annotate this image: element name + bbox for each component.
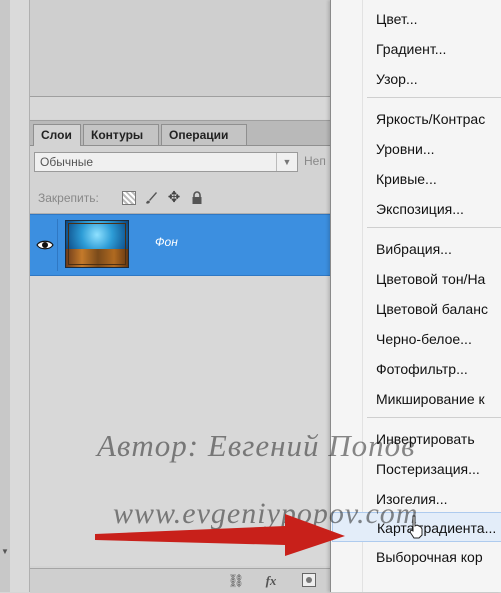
eye-icon[interactable] (36, 239, 54, 251)
menu-item-selective-color[interactable]: Выборочная кор (332, 542, 501, 572)
tab-layers[interactable]: Слои (33, 124, 81, 146)
menu-item-threshold[interactable]: Изогелия... (332, 484, 501, 514)
layer-thumbnail[interactable] (65, 220, 129, 268)
visibility-toggle[interactable] (33, 219, 58, 271)
menu-item-pattern[interactable]: Узор... (332, 64, 501, 94)
menu-item-gradient[interactable]: Градиент... (332, 34, 501, 64)
menu-item-exposure[interactable]: Экспозиция... (332, 194, 501, 224)
mask-icon[interactable] (302, 573, 316, 587)
chevron-down-icon[interactable]: ▼ (276, 153, 297, 171)
menu-item-photo-filter[interactable]: Фотофильтр... (332, 354, 501, 384)
menu-item-invert[interactable]: Инвертировать (332, 424, 501, 454)
blend-mode-select[interactable]: Обычные ▼ (34, 152, 298, 172)
menu-separator (367, 227, 501, 228)
link-icon[interactable]: ⛓ (226, 573, 246, 589)
menu-item-vibrance[interactable]: Вибрация... (332, 234, 501, 264)
menu-item-channel-mixer[interactable]: Микширование к (332, 384, 501, 414)
menu-item-brightness-contrast[interactable]: Яркость/Контрас (332, 104, 501, 134)
menu-item-levels[interactable]: Уровни... (332, 134, 501, 164)
layer-name[interactable]: Фон (155, 235, 178, 249)
panel-tabs: Слои Контуры Операции (30, 121, 330, 146)
tab-paths[interactable]: Контуры (83, 124, 159, 145)
lock-label: Закрепить: (38, 191, 99, 205)
menu-separator (367, 97, 501, 98)
thumbnail-frame (68, 223, 126, 265)
menu-item-curves[interactable]: Кривые... (332, 164, 501, 194)
scroll-down-icon[interactable]: ▼ (1, 547, 9, 556)
menu-item-hue-saturation[interactable]: Цветовой тон/На (332, 264, 501, 294)
layer-row-background[interactable]: Фон (30, 214, 330, 276)
adjustment-layer-menu: Цвет... Градиент... Узор... Яркость/Конт… (330, 0, 501, 592)
lock-position-move-icon[interactable]: ✥ (167, 190, 181, 205)
tab-actions[interactable]: Операции (161, 124, 247, 145)
lock-pixels-brush-icon[interactable] (144, 191, 158, 205)
menu-item-black-white[interactable]: Черно-белое... (332, 324, 501, 354)
lock-transparency-icon[interactable] (122, 191, 136, 205)
panel-dock-strip (10, 0, 30, 592)
blend-mode-value: Обычные (40, 155, 94, 169)
menu-item-color-balance[interactable]: Цветовой баланс (332, 294, 501, 324)
menu-item-posterize[interactable]: Постеризация... (332, 454, 501, 484)
panel-gap (30, 97, 330, 119)
fx-icon[interactable]: fx (262, 573, 280, 589)
menu-separator (367, 417, 501, 418)
red-arrow-icon (95, 514, 345, 556)
lock-all-icon[interactable] (190, 191, 204, 205)
opacity-label: Неп (304, 154, 326, 168)
menu-item-color[interactable]: Цвет... (332, 4, 501, 34)
layers-bottom-bar: ⛓ fx (30, 568, 330, 593)
hand-cursor-icon (409, 515, 423, 539)
upper-panel (30, 0, 330, 97)
